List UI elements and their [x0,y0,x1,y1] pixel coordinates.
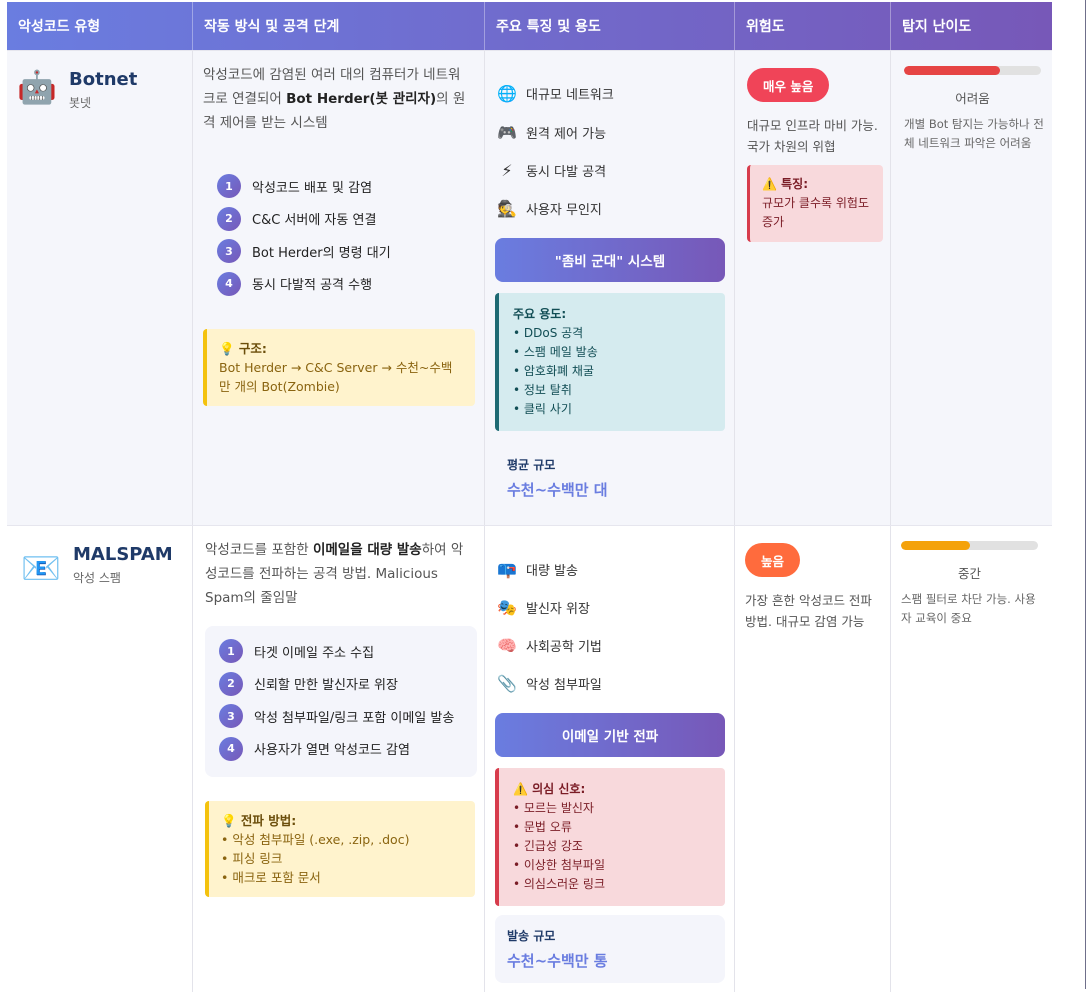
step-item: 4 사용자가 열면 악성코드 감염 [219,733,463,766]
note-line: • 피싱 링크 [221,851,283,866]
usage-box: 주요 용도: • DDoS 공격 • 스팸 메일 발송 • 암호화폐 채굴 • … [495,293,725,431]
feature-item: 🌐 대규모 네트워크 [497,84,614,103]
risk-box-title: ⚠️ 특징: [762,177,808,191]
detection-bar [904,66,1041,75]
risk-cell: 매우 높음 대규모 인프라 마비 가능. 국가 차원의 위협 ⚠️ 특징: 규모… [735,51,891,525]
step-item: 3 Bot Herder의 명령 대기 [217,235,461,268]
detection-description: 개별 Bot 탐지는 가능하나 전체 네트워크 파악은 어려움 [904,117,1044,150]
detection-cell: 중간 스팸 필터로 차단 가능. 사용자 교육이 중요 [891,526,1052,992]
type-cell: 🤖 Botnet 봇넷 [7,51,193,525]
risk-badge: 높음 [745,543,801,577]
spread-method-note: 💡 전파 방법: • 악성 첨부파일 (.exe, .zip, .doc) • … [205,801,475,897]
header-risk: 위험도 [735,2,891,50]
risk-badge: 매우 높음 [747,68,830,102]
send-scale: 발송 규모 수천~수백만 통 [495,915,725,983]
brain-icon: 🧠 [497,636,517,655]
usage-line: • 클릭 사기 [513,402,572,416]
lightning-icon: ⚡ [501,161,513,180]
scale-label: 평균 규모 [507,458,556,472]
feature-item: 🎮 원격 제어 가능 [497,123,607,142]
email-spread-pill: 이메일 기반 전파 [495,713,725,757]
features-cell: 📪 대량 발송 🎭 발신자 위장 🧠 사회공학 기법 📎 악성 첨부파일 이메일 기반 … [485,526,735,992]
step-item: 4 동시 다발적 공격 수행 [217,268,461,301]
detection-bar [901,541,1038,550]
step-item: 2 신뢰할 만한 발신자로 위장 [219,668,463,701]
note-line: • 매크로 포함 문서 [221,870,321,885]
detection-label: 중간 [957,566,981,581]
type-subtitle: 악성 스팸 [73,571,121,585]
detection-label: 어려움 [955,91,990,106]
mask-icon: 🎭 [497,598,517,617]
detection-cell: 어려움 개별 Bot 탐지는 가능하나 전체 네트워크 파악은 어려움 [891,51,1052,525]
operation-cell: 악성코드를 포함한 이메일을 대량 발송하여 악성코드를 전파하는 공격 방법.… [193,526,485,992]
note-title: 💡 전파 방법: [221,813,297,828]
warning-title: ⚠️ 의심 신호: [513,782,586,796]
note-line: Bot Herder → C&C Server → 수천~수백만 개의 Bot(… [219,360,453,394]
email-icon: 📧 [21,549,61,587]
header-type: 악성코드 유형 [7,2,193,50]
note-line: • 악성 첨부파일 (.exe, .zip, .doc) [221,832,410,847]
description: 악성코드를 포함한 이메일을 대량 발송하여 악성코드를 전파하는 공격 방법.… [205,542,464,606]
risk-description: 가장 흔한 악성코드 전파 방법. 대규모 감염 가능 [745,593,872,629]
attack-steps: 1 악성코드 배포 및 감염 2 C&C 서버에 자동 연결 3 Bot Herder… [203,170,475,300]
paperclip-icon: 📎 [497,674,517,693]
scale-value: 수천~수백만 대 [507,481,608,499]
risk-box-text: 규모가 클수록 위험도 증가 [762,196,869,229]
usage-line: • 스팸 메일 발송 [513,345,598,359]
type-subtitle: 봇넷 [69,96,92,110]
table-row-botnet: 🤖 Botnet 봇넷 악성코드에 감염된 여러 대의 컴퓨터가 네트워크로 연… [7,50,1052,525]
feature-item: 📎 악성 첨부파일 [497,674,602,693]
features-cell: 🌐 대규모 네트워크 🎮 원격 제어 가능 ⚡ 동시 다발 공격 🕵 사용자 무인지 "… [485,51,735,525]
attack-steps: 1 타겟 이메일 주소 수집 2 신뢰할 만한 발신자로 위장 3 악성 첨부파일/링… [205,626,477,777]
type-name: MALSPAM [73,544,173,565]
warning-line: • 이상한 첨부파일 [513,858,605,872]
robot-icon: 🤖 [17,68,57,106]
usage-line: • DDoS 공격 [513,326,584,340]
warning-signs-box: ⚠️ 의심 신호: • 모르는 발신자 • 문법 오류 • 긴급성 강조 • 이… [495,768,725,906]
average-scale: 평균 규모 수천~수백만 대 [495,444,725,512]
detection-description: 스팸 필터로 차단 가능. 사용자 교육이 중요 [901,592,1036,625]
spy-icon: 🕵 [497,199,517,218]
detection-bar-fill [901,541,970,550]
note-title: 💡 구조: [219,341,267,356]
step-item: 2 C&C 서버에 자동 연결 [217,203,461,236]
feature-item: 🎭 발신자 위장 [497,598,590,617]
detection-bar-fill [904,66,1000,75]
scale-value: 수천~수백만 통 [507,952,608,970]
malware-table: 악성코드 유형 작동 방식 및 공격 단계 주요 특징 및 용도 위험도 탐지 … [7,2,1052,992]
risk-cell: 높음 가장 흔한 악성코드 전파 방법. 대규모 감염 가능 [735,526,891,992]
header-detection: 탐지 난이도 [902,19,972,35]
type-name: Botnet [69,69,138,90]
feature-item: ⚡ 동시 다발 공격 [496,161,606,180]
description: 악성코드에 감염된 여러 대의 컴퓨터가 네트워크로 연결되어 Bot Herd… [203,67,466,131]
warning-line: • 모르는 발신자 [513,801,594,815]
feature-item: 📪 대량 발송 [497,560,578,579]
structure-note: 💡 구조: Bot Herder → C&C Server → 수천~수백만 개… [203,329,475,406]
gamepad-icon: 🎮 [497,123,517,142]
globe-icon: 🌐 [497,84,517,103]
step-item: 1 타겟 이메일 주소 수집 [219,635,463,668]
zombie-army-pill: "좀비 군대" 시스템 [495,238,725,282]
warning-line: • 의심스러운 링크 [513,877,605,891]
scale-label: 발송 규모 [507,929,556,943]
feature-item: 🕵 사용자 무인지 [497,199,602,218]
operation-cell: 악성코드에 감염된 여러 대의 컴퓨터가 네트워크로 연결되어 Bot Herd… [193,51,485,525]
warning-line: • 긴급성 강조 [513,839,583,853]
table-header: 악성코드 유형 작동 방식 및 공격 단계 주요 특징 및 용도 위험도 탐지 … [7,2,1052,50]
page-edge-divider [1085,0,1086,989]
risk-feature-box: ⚠️ 특징: 규모가 클수록 위험도 증가 [747,165,883,242]
usage-line: • 정보 탈취 [513,383,572,397]
step-item: 3 악성 첨부파일/링크 포함 이메일 발송 [219,700,463,733]
step-item: 1 악성코드 배포 및 감염 [217,170,461,203]
usage-line: • 암호화폐 채굴 [513,364,594,378]
usage-title: 주요 용도: [513,307,567,321]
type-cell: 📧 MALSPAM 악성 스팸 [7,526,193,992]
feature-item: 🧠 사회공학 기법 [497,636,602,655]
risk-description: 대규모 인프라 마비 가능. 국가 차원의 위협 [747,118,878,154]
mailbox-icon: 📪 [497,560,517,579]
header-operation: 작동 방식 및 공격 단계 [193,2,485,50]
table-row-malspam: 📧 MALSPAM 악성 스팸 악성코드를 포함한 이메일을 대량 발송하여 악… [7,525,1052,992]
warning-line: • 문법 오류 [513,820,572,834]
header-features: 주요 특징 및 용도 [485,2,735,50]
